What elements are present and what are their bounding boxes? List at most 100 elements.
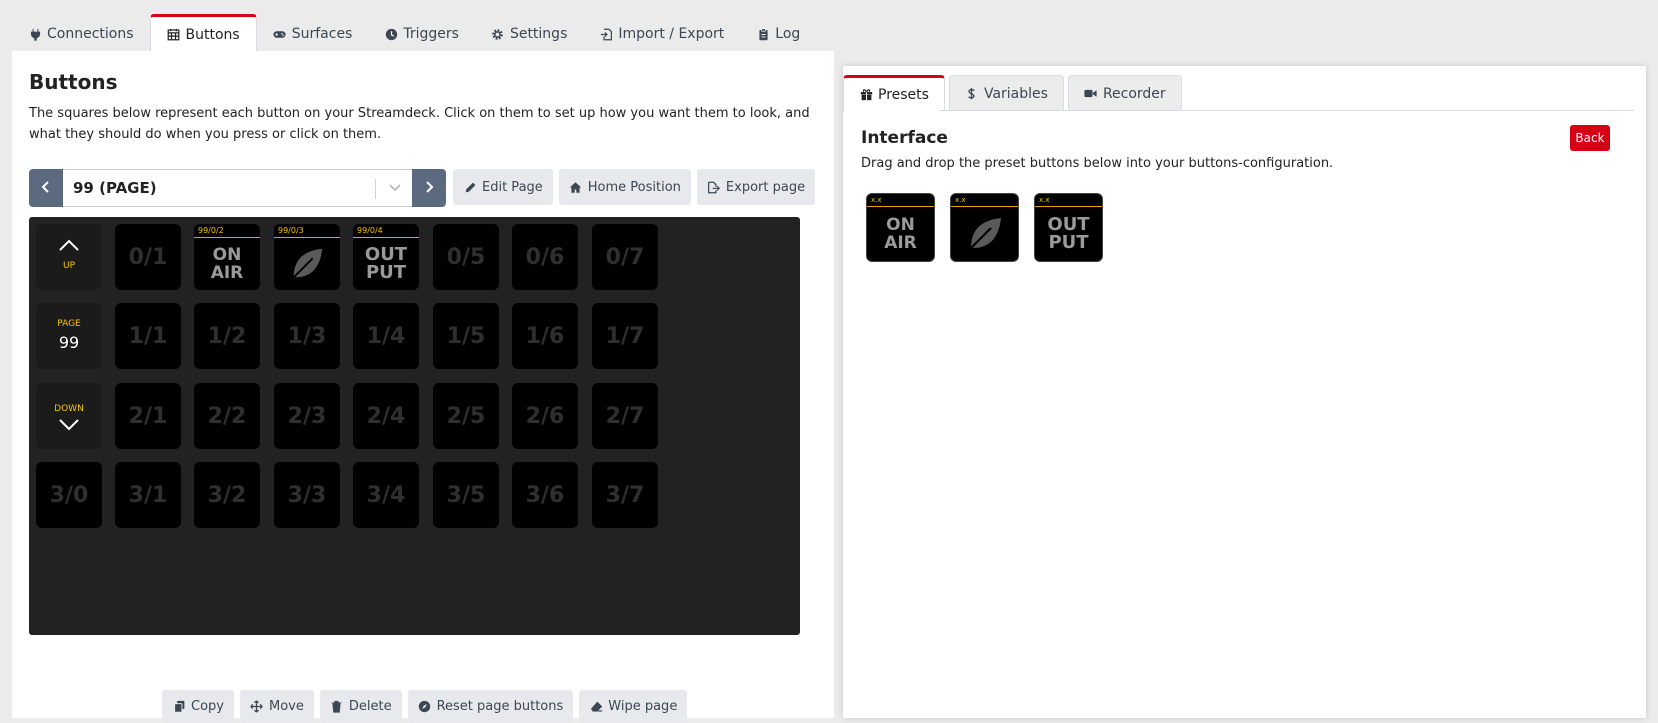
key-label: 0/5 (446, 244, 486, 270)
tab-log[interactable]: Log (740, 16, 816, 52)
grid-key-3-6[interactable]: 3/6 (512, 462, 578, 528)
button-label: Export page (725, 179, 806, 195)
gamepad-icon (273, 27, 287, 41)
grid-key-3-4[interactable]: 3/4 (353, 462, 419, 528)
tab-surfaces[interactable]: Surfaces (257, 16, 369, 52)
grid-key-0-5[interactable]: 0/5 (433, 224, 499, 290)
export-page-button[interactable]: Export page (696, 169, 816, 205)
grid-key-0-3[interactable]: 99/0/3 (274, 224, 340, 290)
button-label: Move (268, 699, 304, 714)
preset-text: OUT PUT (1035, 207, 1102, 261)
reset-page-buttons-button[interactable]: Reset page buttons (407, 690, 574, 723)
page-down-label: DOWN (54, 404, 84, 414)
tab-label: Surfaces (291, 26, 353, 42)
tab-variables[interactable]: Variables (948, 75, 1064, 111)
grid-actions: Copy Move Delete Reset page buttons Wipe… (162, 690, 688, 723)
trash-icon (330, 700, 344, 714)
tab-settings[interactable]: Settings (475, 16, 583, 52)
page-select[interactable]: 99 (PAGE) (63, 169, 412, 207)
grid-key-3-0[interactable]: 3/0 (36, 462, 102, 528)
move-button[interactable]: Move (239, 690, 314, 723)
grid-key-2-6[interactable]: 2/6 (512, 383, 578, 449)
tab-label: Connections (47, 26, 134, 42)
tab-import-export[interactable]: Import / Export (583, 16, 740, 52)
key-label: 2/1 (128, 403, 168, 429)
clipboard-icon (756, 27, 770, 41)
copy-button[interactable]: Copy (162, 690, 234, 723)
prev-page-button[interactable] (29, 169, 63, 207)
grid-key-2-5[interactable]: 2/5 (433, 383, 499, 449)
button-label: Wipe page (608, 699, 678, 714)
grid-key-3-5[interactable]: 3/5 (433, 462, 499, 528)
grid-key-2-4[interactable]: 2/4 (353, 383, 419, 449)
preset-header: x.x (951, 194, 1018, 207)
page-up-label: UP (62, 261, 75, 271)
tab-label: Buttons (185, 26, 240, 43)
grid-key-1-6[interactable]: 1/6 (512, 303, 578, 369)
eraser-icon (589, 700, 603, 714)
gear-icon (491, 27, 505, 41)
presets-panel: Presets Variables Recorder Interface Bac… (843, 66, 1646, 718)
tab-label: Settings (509, 26, 568, 42)
grid-key-1-5[interactable]: 1/5 (433, 303, 499, 369)
key-label: 3/4 (366, 482, 406, 508)
home-position-button[interactable]: Home Position (558, 169, 691, 205)
tab-recorder[interactable]: Recorder (1067, 75, 1182, 111)
grid-key-2-1[interactable]: 2/1 (115, 383, 181, 449)
page-down-button[interactable]: DOWN (36, 383, 102, 449)
next-page-button[interactable] (412, 169, 446, 207)
preset-output[interactable]: x.x OUT PUT (1034, 193, 1103, 262)
back-button[interactable]: Back (1570, 125, 1610, 151)
grid-key-1-1[interactable]: 1/1 (115, 303, 181, 369)
key-label: 2/6 (525, 403, 565, 429)
edit-page-button[interactable]: Edit Page (453, 169, 553, 205)
page-number: 99 (58, 333, 80, 352)
chevron-right-icon (423, 179, 435, 198)
button-label: Home Position (587, 179, 681, 195)
tab-presets[interactable]: Presets (843, 75, 945, 111)
preset-leaf[interactable]: x.x (950, 193, 1019, 262)
grid-key-1-2[interactable]: 1/2 (194, 303, 260, 369)
page-select-value: 99 (PAGE) (73, 179, 157, 197)
grid-key-0-2[interactable]: 99/0/2 ON AIR (194, 224, 260, 290)
preset-text: ON AIR (867, 207, 934, 261)
tab-connections[interactable]: Connections (12, 16, 150, 52)
grid-key-3-3[interactable]: 3/3 (274, 462, 340, 528)
tab-divider (939, 110, 1634, 111)
button-grid: UP 0/1 99/0/2 ON AIR 99/0/3 99/0/4 OUT PUT… (29, 217, 800, 635)
grid-key-0-1[interactable]: 0/1 (115, 224, 181, 290)
button-label: Copy (191, 699, 224, 714)
grid-key-0-4[interactable]: 99/0/4 OUT PUT (353, 224, 419, 290)
key-label: 1/4 (366, 323, 406, 349)
grid-key-0-7[interactable]: 0/7 (592, 224, 658, 290)
tab-triggers[interactable]: Triggers (368, 16, 475, 52)
preset-text-line: AIR (884, 233, 917, 253)
grid-key-3-2[interactable]: 3/2 (194, 462, 260, 528)
key-label: 2/5 (446, 403, 486, 429)
preset-on-air[interactable]: x.x ON AIR (866, 193, 935, 262)
wipe-page-button[interactable]: Wipe page (579, 690, 688, 723)
tab-label: Recorder (1102, 85, 1166, 102)
delete-button[interactable]: Delete (319, 690, 402, 723)
leaf-icon (951, 207, 1018, 261)
grid-key-2-7[interactable]: 2/7 (592, 383, 658, 449)
key-label: 3/2 (207, 482, 247, 508)
tab-buttons[interactable]: Buttons (149, 14, 257, 52)
arrows-move-icon (250, 700, 264, 714)
grid-key-1-3[interactable]: 1/3 (274, 303, 340, 369)
key-label: 3/1 (128, 482, 168, 508)
page-up-button[interactable]: UP (36, 224, 102, 290)
grid-key-3-1[interactable]: 3/1 (115, 462, 181, 528)
grid-key-0-6[interactable]: 0/6 (512, 224, 578, 290)
page-number-button[interactable]: PAGE 99 (36, 303, 102, 369)
side-tabs: Presets Variables Recorder (843, 75, 1186, 111)
preset-header: x.x (1035, 194, 1102, 207)
key-label: 2/7 (605, 403, 645, 429)
grid-key-3-7[interactable]: 3/7 (592, 462, 658, 528)
grid-key-2-2[interactable]: 2/2 (194, 383, 260, 449)
grid-key-1-7[interactable]: 1/7 (592, 303, 658, 369)
grid-key-1-4[interactable]: 1/4 (353, 303, 419, 369)
file-export-icon (707, 180, 721, 194)
grid-key-2-3[interactable]: 2/3 (274, 383, 340, 449)
page-description: The squares below represent each button … (29, 106, 810, 142)
